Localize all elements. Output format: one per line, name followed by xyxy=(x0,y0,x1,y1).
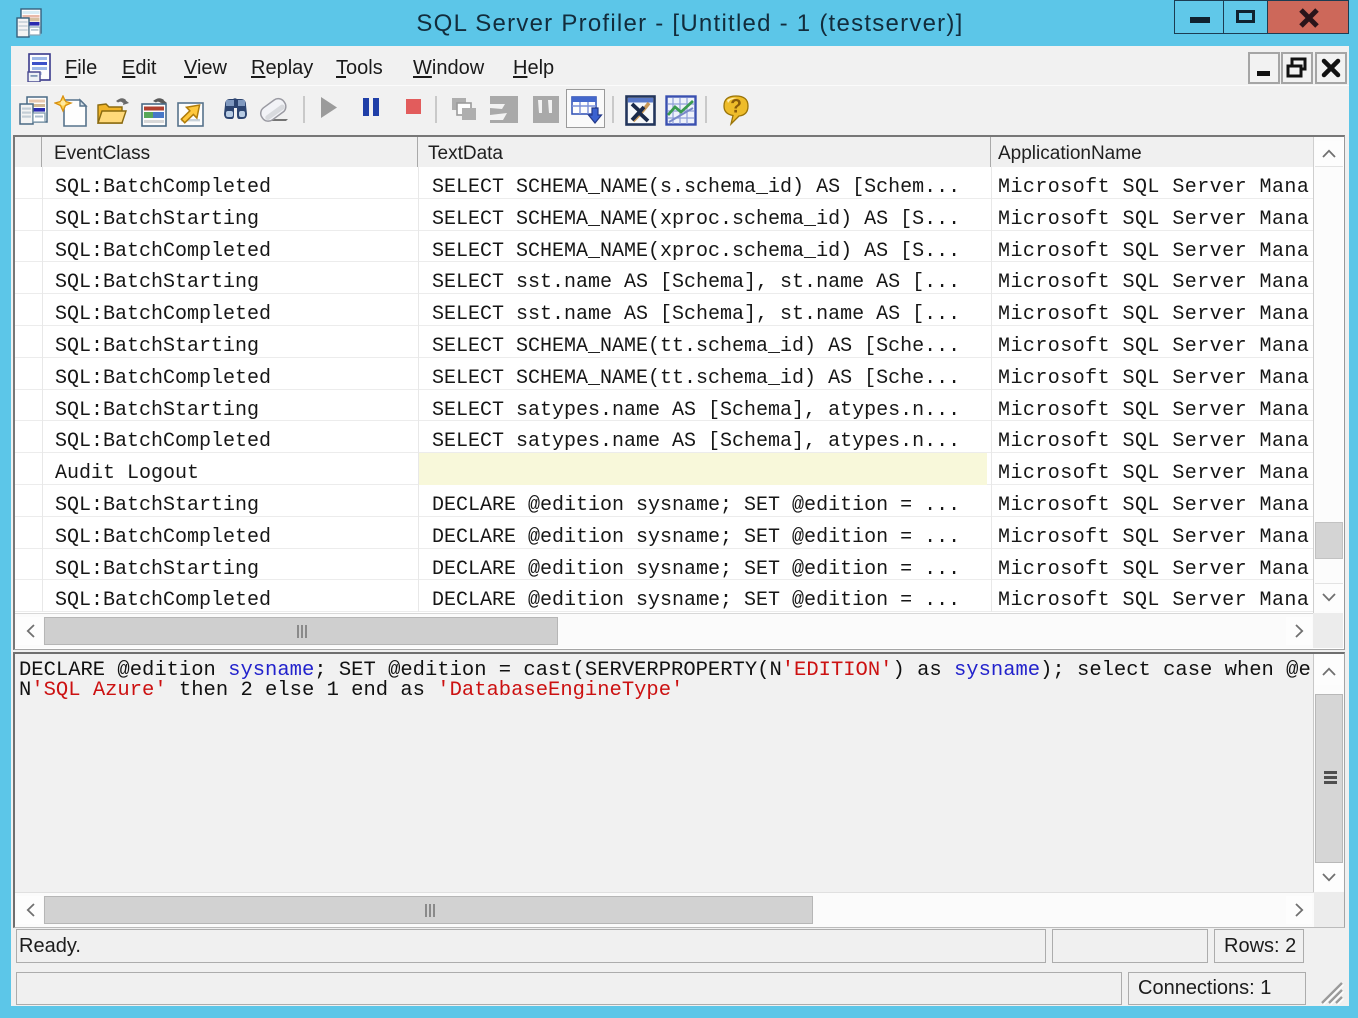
svg-text:?: ? xyxy=(730,97,742,118)
